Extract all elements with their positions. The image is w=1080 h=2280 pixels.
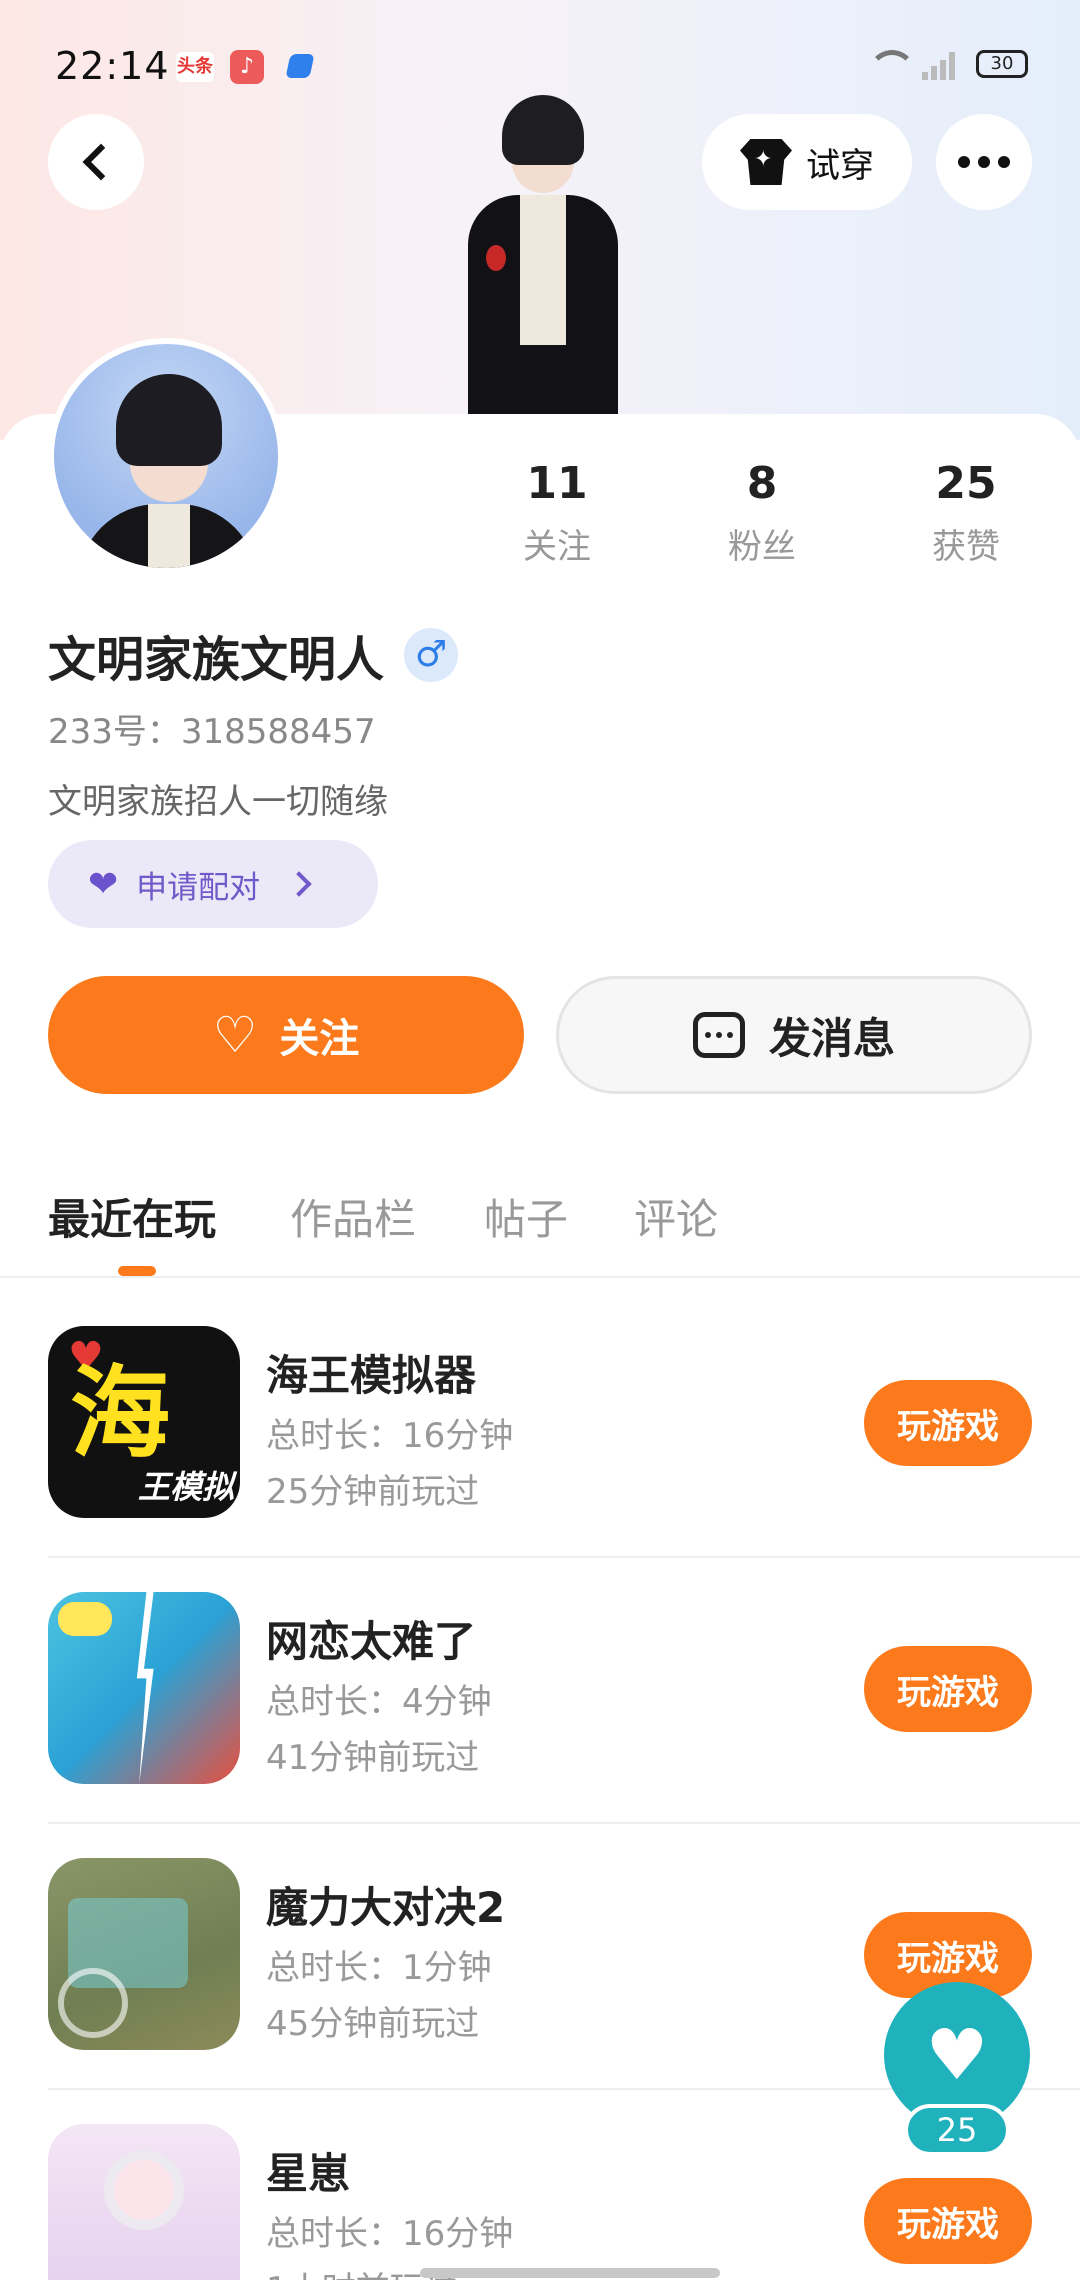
game-title: 魔力大对决2 [266,1883,506,1932]
active-tab-indicator [118,1266,156,1276]
stat-following[interactable]: 11 关注 [487,458,627,568]
game-duration: 总时长：16分钟 [266,1416,514,1456]
status-bar: 22:14 头条 ♪ 30 [0,0,1080,130]
play-game-button[interactable]: 玩游戏 [864,1380,1032,1466]
name-row: 文明家族文明人 ♂ [48,620,459,690]
user-bio: 文明家族招人一切随缘 [48,782,388,822]
stat-label: 关注 [523,527,591,567]
home-indicator[interactable] [420,2268,720,2278]
game-icon-text: 海 [70,1355,170,1472]
user-id: 233号：318588457 [48,712,376,752]
more-options-button[interactable] [936,114,1032,210]
game-duration: 总时长：4分钟 [266,1682,492,1722]
speech-bubble-icon [58,1602,112,1636]
tab-comments[interactable]: 评论 [634,1186,718,1247]
double-heart-icon: ❤ [88,863,119,905]
app-notification-icon [285,54,315,78]
stat-label: 粉丝 [728,527,796,567]
game-icon [48,2124,240,2280]
user-name: 文明家族文明人 [48,632,385,688]
tab-recently-played[interactable]: 最近在玩 [48,1186,216,1247]
avatar-shirt [148,504,190,568]
figure-rose [486,245,506,271]
male-gender-icon: ♂ [404,628,459,682]
try-on-label: 试穿 [806,145,874,186]
game-duration: 总时长：16分钟 [266,2214,514,2254]
game-duration: 总时长：1分钟 [266,1948,492,1988]
signal-icon [922,48,962,80]
wifi-icon [866,46,916,82]
game-icon: ♥ 海 王模拟器 [48,1326,240,1518]
game-title: 网恋太难了 [266,1617,477,1666]
tab-works[interactable]: 作品栏 [290,1186,416,1247]
chevron-left-icon [82,143,120,181]
game-last-played: 45分钟前玩过 [266,2004,480,2044]
follow-label: 关注 [279,1016,360,1062]
divider [48,1556,1080,1558]
apply-pair-button[interactable]: ❤ 申请配对 [48,840,378,928]
game-last-played: 25分钟前玩过 [266,1472,480,1512]
stat-number: 11 [526,458,588,509]
profile-tabs: 最近在玩 作品栏 帖子 评论 [0,1170,1080,1278]
avatar-hair [116,374,222,466]
play-game-button[interactable]: 玩游戏 [864,1646,1032,1732]
character-icon [104,2150,184,2230]
stat-followers[interactable]: 8 粉丝 [692,458,832,568]
game-title: 星崽 [266,2149,351,2198]
try-on-button[interactable]: 试穿 [702,114,912,210]
send-message-button[interactable]: 发消息 [556,976,1032,1094]
chevron-right-icon [286,871,312,897]
play-game-button[interactable]: 玩游戏 [864,2178,1032,2264]
toutiao-notification-icon: 头条 [176,52,214,82]
heart-icon: ♥ [925,2014,989,2096]
list-item[interactable]: ♥ 海 王模拟器 海王模拟器 总时长：16分钟 25分钟前玩过 玩游戏 [48,1326,1080,1592]
stat-label: 获赞 [932,527,1000,567]
lightning-icon [136,1592,154,1784]
music-notification-icon: ♪ [230,50,264,84]
game-icon-subtext: 王模拟器 [138,1468,235,1518]
game-last-played: 41分钟前玩过 [266,1738,480,1778]
battery-icon: 30 [976,50,1028,78]
stat-number: 8 [746,458,778,509]
game-icon [48,1858,240,2050]
chat-bubble-icon [692,1012,745,1058]
heart-plus-icon: ♡ [212,1006,258,1064]
list-item[interactable]: 网恋太难了 总时长：4分钟 41分钟前玩过 玩游戏 [48,1592,1080,1858]
stat-number: 25 [935,458,997,509]
joystick-icon [58,1968,128,2038]
divider [48,1822,1080,1824]
tab-posts[interactable]: 帖子 [484,1186,568,1247]
game-icon [48,1592,240,1784]
figure-shirt [520,195,566,345]
like-count-badge: 25 [904,2104,1010,2156]
profile-avatar[interactable] [48,338,284,574]
apply-pair-label: 申请配对 [136,869,261,906]
system-indicators: 30 [866,46,1028,82]
follow-button[interactable]: ♡ 关注 [48,976,524,1094]
avatar-3d-figure [450,95,630,440]
shirt-icon [740,139,792,185]
more-dots-icon [958,156,1010,168]
stat-likes[interactable]: 25 获赞 [896,458,1036,568]
back-button[interactable] [48,114,144,210]
status-time: 22:14 [55,44,170,88]
send-message-label: 发消息 [768,1013,895,1063]
game-title: 海王模拟器 [266,1351,477,1400]
